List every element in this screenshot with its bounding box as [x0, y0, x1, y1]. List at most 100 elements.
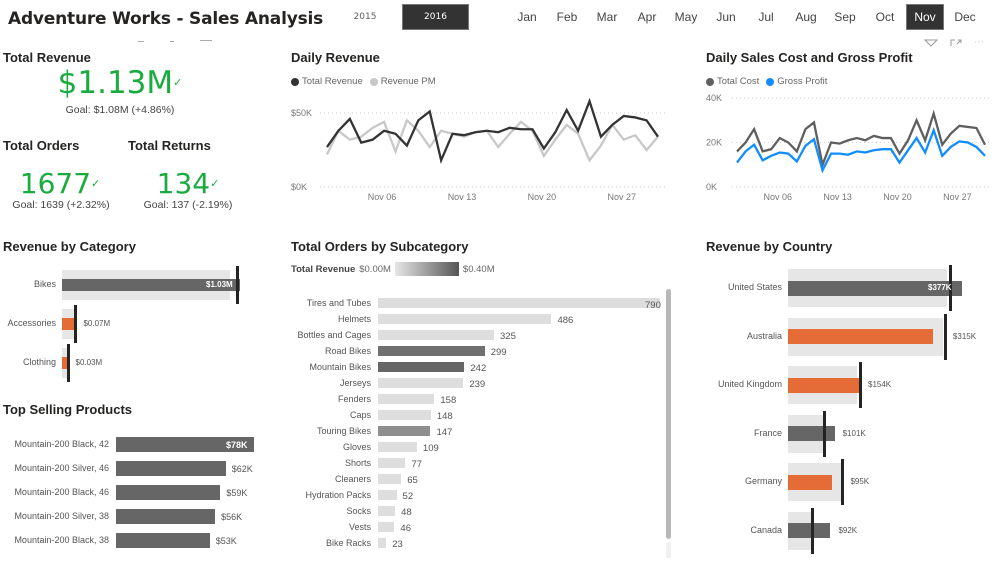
bar[interactable] — [378, 378, 464, 388]
bar[interactable] — [378, 442, 417, 452]
bar-row[interactable]: Germany $95K — [700, 459, 1002, 505]
bar[interactable] — [378, 490, 397, 500]
data-label: 486 — [557, 315, 574, 326]
pin-icon[interactable] — [138, 40, 144, 42]
total-revenue-title: Total Revenue — [3, 50, 91, 65]
month-slicer-jan[interactable]: Jan — [508, 4, 546, 30]
month-slicer-mar[interactable]: Mar — [588, 4, 626, 30]
product-label: Mountain-200 Black, 46 — [14, 487, 109, 497]
data-label: 239 — [469, 379, 486, 390]
y-tick-label: $50K — [291, 108, 312, 118]
daily-revenue-chart[interactable]: $0K $50K Nov 06 Nov 13 Nov 20 Nov 27 — [285, 90, 685, 210]
bar[interactable] — [116, 485, 221, 500]
revenue-by-country-chart: United States $377K Australia $315K United K… — [700, 262, 1002, 572]
color-legend-min: $0.00M — [359, 263, 391, 275]
legend-item[interactable]: Revenue PM — [381, 76, 436, 87]
bar-row[interactable]: Clothing $0.03M — [0, 344, 280, 382]
total-returns-value: 134✓ — [128, 168, 248, 200]
bar[interactable] — [378, 426, 431, 436]
bar[interactable] — [116, 509, 216, 524]
target-marker — [810, 507, 814, 554]
bar-row[interactable]: Accessories $0.07M — [0, 305, 280, 343]
daily-cost-profit-chart[interactable]: 0K 20K 40K Nov 06 Nov 13 Nov 20 Nov 27 — [700, 88, 1002, 210]
month-slicer-aug[interactable]: Aug — [787, 4, 825, 30]
year-slicer-2016[interactable]: 2016 — [402, 4, 469, 30]
daily-revenue-legend: Total Revenue Revenue PM — [291, 76, 436, 87]
month-slicer-nov[interactable]: Nov — [906, 4, 944, 30]
month-slicer-oct[interactable]: Oct — [866, 4, 904, 30]
subcategory-label: Road Bikes — [324, 346, 371, 356]
bar[interactable] — [378, 506, 396, 516]
total-orders-value: 1677✓ — [0, 168, 120, 200]
month-slicer-jul[interactable]: Jul — [747, 4, 785, 30]
bar-row[interactable]: United Kingdom $154K — [700, 362, 1002, 408]
check-icon: ✓ — [91, 177, 101, 190]
subcategory-label: Tires and Tubes — [306, 298, 371, 308]
bar[interactable] — [62, 318, 75, 330]
subcategory-scrollbar-thumb[interactable] — [666, 289, 671, 539]
total-orders-goal: Goal: 1639 (+2.32%) — [12, 199, 110, 211]
target-marker — [823, 410, 827, 457]
legend-item[interactable]: Gross Profit — [777, 76, 827, 87]
bar-row[interactable]: Bikes $1.03M — [0, 266, 280, 304]
bar[interactable] — [378, 362, 465, 372]
bar[interactable] — [116, 533, 210, 548]
data-label: $0.07M — [83, 319, 111, 328]
more-options-icon[interactable]: ··· — [974, 38, 985, 47]
bar[interactable] — [788, 377, 860, 393]
legend-item[interactable]: Total Revenue — [302, 76, 363, 87]
category-label: Canada — [750, 524, 782, 535]
subcategory-label: Shorts — [344, 458, 371, 468]
category-label: Germany — [744, 476, 782, 486]
month-slicer-dec[interactable]: Dec — [946, 4, 984, 30]
subcategory-scrollbar-track[interactable] — [666, 542, 671, 558]
focus-icon[interactable] — [200, 40, 212, 42]
series-line-revenue-pm[interactable] — [325, 118, 659, 163]
bar[interactable] — [788, 329, 934, 344]
bar[interactable] — [378, 410, 431, 420]
daily-cost-profit-legend: Total Cost Gross Profit — [706, 76, 827, 87]
month-slicer-feb[interactable]: Feb — [548, 4, 586, 30]
month-slicer-may[interactable]: May — [667, 4, 705, 30]
kpi-value-text: 1677 — [19, 167, 92, 200]
bar[interactable] — [788, 426, 835, 441]
month-slicer-sep[interactable]: Sep — [826, 4, 864, 30]
month-slicer-jun[interactable]: Jun — [707, 4, 745, 30]
bar[interactable] — [378, 314, 552, 324]
bar-row[interactable]: Australia $315K — [700, 313, 1002, 360]
data-label: 109 — [422, 443, 439, 454]
revenue-by-category-chart: Bikes $1.03M Accessories $0.07M Clothing $0.0… — [0, 262, 280, 387]
x-tick-label: Nov 06 — [368, 192, 397, 202]
product-label: Mountain-200 Silver, 46 — [14, 463, 109, 473]
category-label: Australia — [746, 330, 782, 341]
bar[interactable] — [378, 474, 402, 484]
bar-row[interactable]: United States $377K — [700, 265, 1002, 311]
series-line-total-cost[interactable] — [736, 109, 987, 169]
daily-cost-profit-title: Daily Sales Cost and Gross Profit — [706, 50, 913, 65]
bar[interactable] — [378, 394, 435, 404]
year-slicer-2015[interactable]: 2015 — [330, 4, 400, 30]
x-tick-label: Nov 13 — [448, 192, 477, 202]
legend-item[interactable]: Total Cost — [717, 76, 759, 87]
bar-row[interactable]: France $101K — [700, 410, 1002, 457]
bar[interactable] — [378, 298, 660, 308]
orders-by-subcategory-title: Total Orders by Subcategory — [291, 239, 469, 254]
bar[interactable] — [378, 538, 387, 548]
category-label: Accessories — [7, 318, 56, 328]
bar[interactable] — [378, 458, 406, 468]
data-label: $0.03M — [75, 358, 103, 367]
bar[interactable] — [116, 461, 226, 476]
bar-row[interactable]: Canada $92K — [700, 507, 1002, 554]
focus-mode-icon[interactable] — [950, 39, 962, 47]
month-slicer-apr[interactable]: Apr — [628, 4, 666, 30]
bar[interactable] — [788, 474, 832, 490]
copy-icon[interactable] — [170, 40, 174, 42]
bar[interactable] — [378, 346, 485, 356]
bar[interactable] — [378, 522, 395, 532]
data-label: $154K — [868, 380, 892, 389]
bar[interactable] — [378, 330, 494, 340]
bar[interactable] — [788, 523, 831, 538]
filter-icon[interactable] — [924, 39, 938, 47]
subcategory-label: Hydration Packs — [305, 490, 371, 500]
subcategory-label: Mountain Bikes — [309, 362, 371, 372]
